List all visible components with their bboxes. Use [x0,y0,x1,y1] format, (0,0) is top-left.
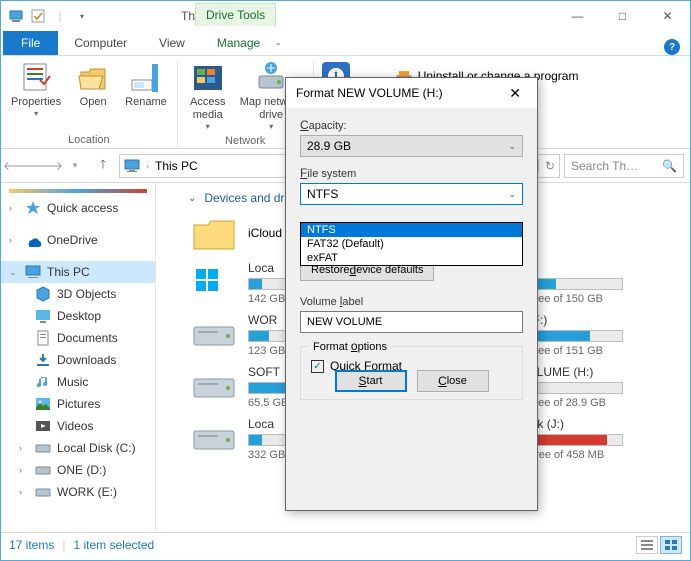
search-placeholder: Search Th… [571,159,638,173]
volume-label-label: Volume label [300,294,523,308]
download-icon [35,352,51,368]
close-button[interactable]: Close [417,370,489,392]
access-media-button[interactable]: Access media ▾ [184,60,232,133]
dialog-close-button[interactable]: ✕ [501,81,529,106]
capacity-label: Capacity: [300,118,523,132]
statusbar: 17 items | 1 item selected [1,532,690,556]
tab-view[interactable]: View [143,31,201,55]
music-icon [35,374,51,390]
nav-onedrive[interactable]: ›OneDrive [1,229,155,251]
dialog-titlebar: Format NEW VOLUME (H:) ✕ [286,78,537,108]
rename-icon [130,62,162,94]
refresh-button[interactable]: ↻ [538,159,555,173]
format-dialog: Format NEW VOLUME (H:) ✕ Capacity: 28.9 … [285,77,538,511]
properties-icon [20,62,52,94]
start-button[interactable]: Start [335,370,407,392]
drive-icon [35,440,51,456]
volume-label-input[interactable] [300,311,523,333]
dialog-title: Format NEW VOLUME (H:) [296,86,443,100]
cube-icon [35,286,51,302]
chevron-right-icon: › [146,161,149,171]
search-icon: 🔍 [662,159,677,173]
folder-icon [190,213,238,253]
format-options-legend: Format options [309,339,391,353]
forward-button[interactable]: 🡒 [35,154,59,178]
dropdown-icon: ▾ [206,122,210,131]
open-button[interactable]: Open [69,60,117,132]
fs-option-ntfs[interactable]: NTFS [301,223,522,237]
ribbon-tabs: File Computer View Manage ˆ ? [1,31,690,56]
open-icon [77,62,109,94]
picture-icon [35,396,51,412]
capacity-select[interactable]: 28.9 GB⌄ [300,135,523,157]
tab-manage[interactable]: Manage [201,31,276,55]
nav-this-pc[interactable]: ⌄This PC [1,261,155,283]
fs-option-fat32[interactable]: FAT32 (Default) [301,237,522,251]
nav-documents[interactable]: Documents [1,327,155,349]
details-view-button[interactable] [636,536,658,554]
search-input[interactable]: Search Th… 🔍 [564,154,684,178]
up-button[interactable]: 🡑 [91,154,115,178]
close-button[interactable]: ✕ [645,2,690,31]
filesystem-select[interactable]: NTFS⌄ [300,183,523,205]
drive-icon [190,313,238,353]
contextual-tab-drive-tools: Drive Tools [195,3,276,26]
selected-count: 1 item selected [73,538,154,552]
cloud-icon [25,232,41,248]
titlebar: | ▾ Drive Tools This PC — □ ✕ [1,1,690,31]
nav-desktop[interactable]: Desktop [1,305,155,327]
qat-properties-icon[interactable] [29,7,47,25]
drive-icon [190,417,238,457]
rename-label: Rename [125,96,167,109]
recent-dropdown[interactable]: ▾ [63,154,87,178]
tiles-view-button[interactable] [660,536,682,554]
nav-videos[interactable]: Videos [1,415,155,437]
breadcrumb-this-pc[interactable]: This PC [155,159,198,173]
nav-music[interactable]: Music [1,371,155,393]
properties-label: Properties [11,96,61,109]
back-button[interactable]: 🡐 [7,154,31,178]
drive-icon [35,484,51,500]
nav-one-d[interactable]: ›ONE (D:) [1,459,155,481]
nav-quick-access[interactable]: ›Quick access [1,197,155,219]
nav-local-c[interactable]: ›Local Disk (C:) [1,437,155,459]
document-icon [35,330,51,346]
fs-option-exfat[interactable]: exFAT [301,251,522,265]
properties-button[interactable]: Properties ▾ [7,60,65,132]
desktop-icon [35,308,51,324]
filesystem-dropdown-list: NTFS FAT32 (Default) exFAT [300,222,523,266]
qat-divider: | [51,7,69,25]
drive-icon [190,365,238,405]
access-media-label: Access media [190,96,225,122]
app-icon [7,7,25,25]
dropdown-icon: ▾ [269,122,273,131]
nav-3d-objects[interactable]: 3D Objects [1,283,155,305]
maximize-button[interactable]: □ [600,2,645,31]
qat-dropdown-icon[interactable]: ▾ [73,7,91,25]
media-icon [192,62,224,94]
network-drive-icon [255,62,287,94]
drive-icon [35,462,51,478]
drive-icon [190,261,238,301]
item-count: 17 items [9,538,54,552]
tab-computer[interactable]: Computer [58,31,143,55]
minimize-button[interactable]: — [555,2,600,31]
pc-icon [124,158,140,174]
filesystem-label: File system [300,166,523,180]
open-label: Open [80,96,107,109]
location-group-label: Location [7,132,171,148]
star-icon [25,200,41,216]
nav-downloads[interactable]: Downloads [1,349,155,371]
rename-button[interactable]: Rename [121,60,171,132]
nav-work-e[interactable]: ›WORK (E:) [1,481,155,503]
nav-pictures[interactable]: Pictures [1,393,155,415]
navigation-pane: ›Quick access ›OneDrive ⌄This PC 3D Obje… [1,183,156,532]
collapse-ribbon-icon[interactable]: ˆ [276,41,280,55]
pc-icon [25,264,41,280]
file-tab[interactable]: File [3,31,58,55]
dropdown-icon: ▾ [34,109,38,118]
help-icon[interactable]: ? [664,39,680,55]
video-icon [35,418,51,434]
